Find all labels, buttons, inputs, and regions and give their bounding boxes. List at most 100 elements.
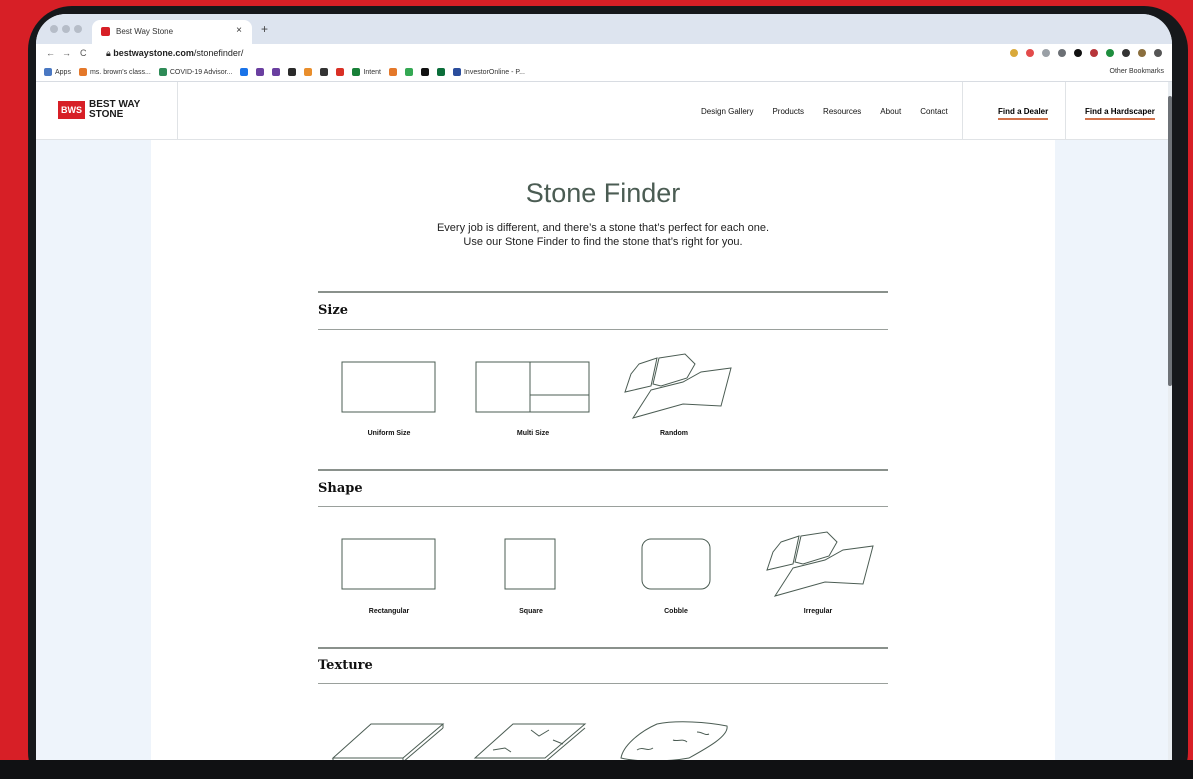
option-rectangular[interactable] [341,538,436,592]
bookmark-favicon-icon [388,68,397,76]
bookmark-item[interactable]: Apps [44,68,71,76]
bookmark-list: Apps ms. brown's class... COVID-19 Advisor… [44,68,525,76]
extension-icon[interactable] [1074,49,1082,57]
site-header: BWS BEST WAY STONE Design Gallery Produc… [36,82,1172,140]
option-square[interactable] [504,538,558,592]
section-heading-shape: Shape [318,481,363,496]
window-minimize-dot[interactable] [62,25,70,33]
logo-badge: BWS [58,101,85,119]
avatar[interactable] [1138,49,1146,57]
bookmark-item[interactable] [320,68,329,76]
option-label: Rectangular [368,608,410,615]
window-close-dot[interactable] [50,25,58,33]
puzzle-icon[interactable] [1122,49,1130,57]
logo[interactable]: BWS BEST WAY STONE [58,100,159,120]
bookmark-favicon-icon [158,68,167,76]
bookmark-favicon-icon [304,68,313,76]
extension-icon[interactable] [1026,49,1034,57]
option-label: Random [660,430,688,437]
nav-resources[interactable]: Resources [823,107,861,116]
nav-design-gallery[interactable]: Design Gallery [701,107,753,116]
option-multi-size[interactable] [475,361,591,417]
back-icon[interactable]: ← [46,48,55,58]
bookmark-item[interactable]: ms. brown's class... [78,68,151,76]
rectangular-icon [341,538,436,590]
square-icon [504,538,556,590]
extension-icon[interactable] [1058,49,1066,57]
address-bar: ← → C 🔒︎ bestwaystone.com/stonefinder/ [36,44,1172,64]
cobble-icon [641,538,711,590]
bookmark-favicon-icon [352,68,361,76]
tablet-frame: Best Way Stone × + ← → C 🔒︎ bestwaystone… [28,6,1188,779]
bookmark-favicon-icon [320,68,329,76]
option-texture-tumbled[interactable] [617,718,732,765]
url-field[interactable]: 🔒︎ bestwaystone.com/stonefinder/ [106,48,243,59]
active-tab[interactable]: Best Way Stone × [92,20,252,44]
bookmark-favicon-icon [452,68,461,76]
nav-about[interactable]: About [880,107,901,116]
tab-bar: Best Way Stone × + [36,14,1172,44]
other-bookmarks[interactable]: Other Bookmarks [1110,68,1164,75]
option-label: Multi Size [516,430,550,437]
extension-icon[interactable] [1042,49,1050,57]
find-hardscaper-link[interactable]: Find a Hardscaper [1085,107,1155,120]
bookmark-favicon-icon [44,68,52,76]
nav-products[interactable]: Products [772,107,804,116]
device-bezel-bottom [0,760,1193,779]
url-path: /stonefinder/ [193,48,244,58]
bookmark-item[interactable] [272,68,281,76]
subtitle-line-1: Every job is different, and there’s a st… [436,222,770,234]
bookmark-item[interactable]: InvestorOnline - P... [452,68,525,76]
option-random[interactable] [621,352,733,422]
divider [318,291,888,293]
option-label: Uniform Size [367,430,411,437]
page-title: Stone Finder [525,178,681,208]
bookmark-item[interactable] [336,68,345,76]
find-dealer-cell: Find a Dealer [962,82,1066,140]
bookmark-item[interactable]: COVID-19 Advisor... [158,68,232,76]
star-icon[interactable] [1010,49,1018,57]
new-tab-icon[interactable]: + [261,22,268,36]
window-zoom-dot[interactable] [74,25,82,33]
bookmark-label: InvestorOnline - P... [463,68,525,76]
nav-contact[interactable]: Contact [920,107,948,116]
option-uniform-size[interactable] [341,361,436,417]
bookmark-item[interactable] [256,68,265,76]
bookmark-favicon-icon [436,68,445,76]
option-cobble[interactable] [641,538,713,592]
bookmark-label: Apps [55,68,71,76]
extension-icon[interactable] [1090,49,1098,57]
option-texture-lightly-textured[interactable] [473,720,588,765]
section-heading-texture: Texture [318,658,373,673]
bookmark-item[interactable] [388,68,397,76]
reload-icon[interactable]: C [80,48,87,58]
scrollbar-thumb[interactable] [1168,96,1172,386]
bookmark-label: ms. brown's class... [89,68,151,76]
scrollbar[interactable] [1168,82,1172,772]
option-texture-smooth[interactable] [331,720,446,765]
option-irregular[interactable] [763,530,875,600]
bookmark-item[interactable] [420,68,429,76]
menu-icon[interactable] [1154,49,1162,57]
find-dealer-link[interactable]: Find a Dealer [998,107,1049,120]
bookmark-item[interactable]: Intent [352,68,381,76]
extension-icon[interactable] [1106,49,1114,57]
bookmark-favicon-icon [336,68,345,76]
forward-icon[interactable]: → [62,48,71,58]
bookmark-favicon-icon [420,68,429,76]
url-host: bestwaystone.com [113,48,194,58]
bookmark-item[interactable] [240,68,249,76]
uniform-size-icon [341,361,436,413]
bookmark-favicon-icon [288,68,297,76]
tab-close-icon[interactable]: × [236,25,242,36]
bookmark-item[interactable] [304,68,313,76]
bookmark-item[interactable] [288,68,297,76]
subtitle-line-2: Use our Stone Finder to find the stone t… [463,236,743,248]
option-label: Irregular [803,608,833,615]
bookmark-favicon-icon [272,68,281,76]
divider [318,469,888,471]
bookmark-item[interactable] [404,68,413,76]
bookmark-item[interactable] [436,68,445,76]
section-heading-size: Size [318,303,348,318]
browser-screen: Best Way Stone × + ← → C 🔒︎ bestwaystone… [36,14,1172,774]
